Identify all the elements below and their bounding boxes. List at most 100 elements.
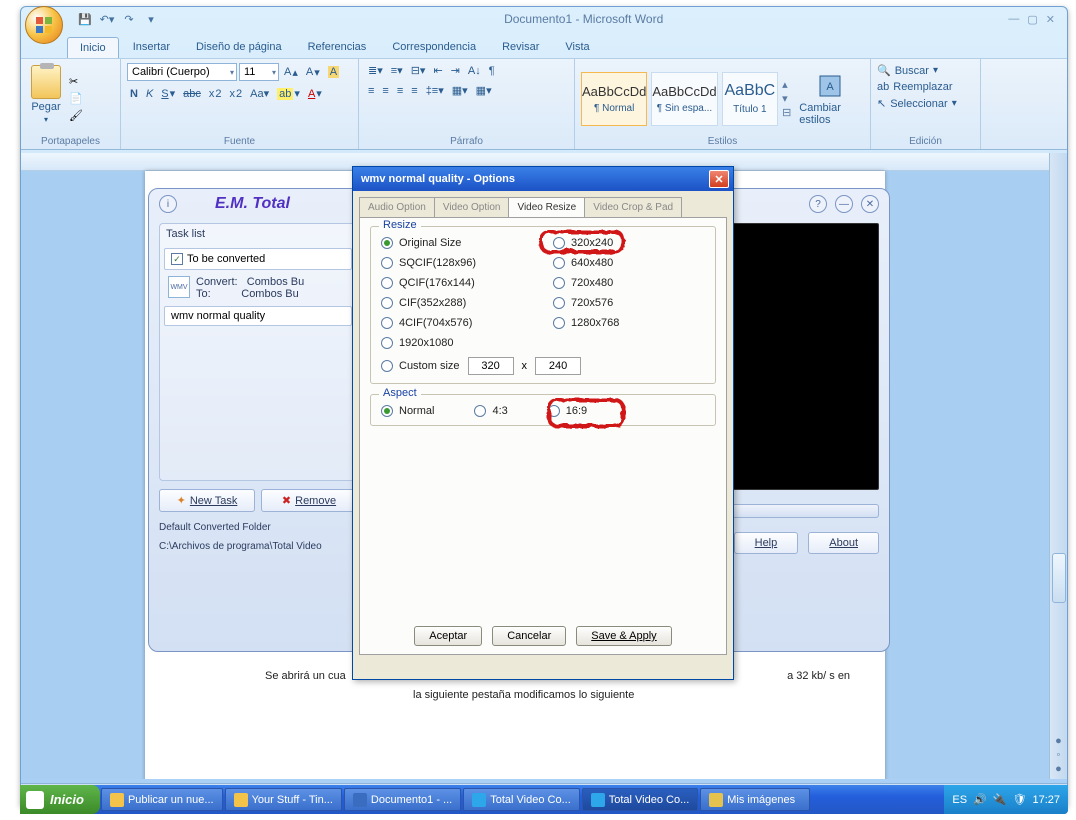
tray-icon[interactable]: 🔌 (993, 793, 1007, 806)
subscript-button[interactable]: x2 (206, 87, 225, 101)
styles-scroll-down[interactable]: ▾ (782, 92, 791, 105)
about-button[interactable]: About (808, 532, 879, 554)
italic-button[interactable]: K (143, 87, 156, 101)
radio-320x240[interactable]: 320x240 (553, 237, 705, 249)
tab-insertar[interactable]: Insertar (121, 37, 182, 58)
change-styles-button[interactable]: A Cambiar estilos (795, 70, 864, 128)
qat-more-icon[interactable]: ▾ (143, 11, 159, 27)
clock[interactable]: 17:27 (1032, 794, 1060, 806)
tray-icon[interactable]: 🔊 (973, 793, 987, 806)
styles-scroll-up[interactable]: ▴ (782, 78, 791, 91)
replace-button[interactable]: abReemplazar (877, 80, 974, 94)
to-be-converted-checkbox[interactable]: ✓ To be converted (164, 248, 352, 270)
borders-icon[interactable]: ▦▾ (473, 83, 495, 98)
language-indicator[interactable]: ES (952, 794, 967, 806)
show-marks-icon[interactable]: ¶ (486, 64, 498, 78)
shrink-font-icon[interactable]: A▾ (303, 65, 323, 80)
indent-icon[interactable]: ⇥ (448, 63, 463, 78)
align-left-icon[interactable]: ≡ (365, 84, 377, 98)
taskbar-item-3[interactable]: Documento1 - ... (344, 788, 461, 811)
font-color-button[interactable]: A▾ (305, 86, 325, 101)
tab-video-resize[interactable]: Video Resize (508, 197, 585, 217)
save-apply-button[interactable]: Save & Apply (576, 626, 671, 646)
paste-button[interactable]: Pegar ▾ (27, 63, 65, 134)
radio-cif[interactable]: CIF(352x288) (381, 297, 533, 309)
tab-vista[interactable]: Vista (553, 37, 601, 58)
style-normal[interactable]: AaBbCcDd¶ Normal (581, 72, 647, 126)
bold-button[interactable]: N (127, 87, 141, 101)
next-page-icon[interactable]: ● (1055, 763, 1062, 775)
cut-icon[interactable]: ✂ (69, 75, 83, 88)
tab-revisar[interactable]: Revisar (490, 37, 551, 58)
sort-icon[interactable]: A↓ (465, 64, 484, 78)
style-sin-espacio[interactable]: AaBbCcDd¶ Sin espa... (651, 72, 717, 126)
taskbar-item-1[interactable]: Publicar un nue... (101, 788, 223, 811)
browse-object-icon[interactable]: ◦ (1057, 749, 1061, 761)
scrollbar-thumb[interactable] (1052, 553, 1066, 603)
radio-aspect-169[interactable]: 16:9 (548, 405, 587, 417)
start-button[interactable]: Inicio (20, 785, 100, 814)
multilevel-icon[interactable]: ⊟▾ (408, 63, 429, 78)
grow-font-icon[interactable]: A▴ (281, 65, 301, 80)
task-item[interactable]: wmv normal quality (164, 306, 352, 326)
radio-1280x768[interactable]: 1280x768 (553, 317, 705, 329)
minimize-icon[interactable]: — (1008, 13, 1019, 26)
cancel-button[interactable]: Cancelar (492, 626, 566, 646)
close-icon[interactable]: ✕ (1046, 13, 1055, 26)
taskbar-item-5[interactable]: Total Video Co... (582, 788, 699, 811)
radio-sqcif[interactable]: SQCIF(128x96) (381, 257, 533, 269)
radio-aspect-43[interactable]: 4:3 (474, 405, 507, 417)
tab-video-option[interactable]: Video Option (434, 197, 510, 217)
bullets-icon[interactable]: ≣▾ (365, 63, 386, 78)
taskbar-item-6[interactable]: Mis imágenes (700, 788, 810, 811)
line-spacing-icon[interactable]: ‡≡▾ (423, 83, 447, 98)
vertical-scrollbar[interactable]: ● ◦ ● (1049, 153, 1067, 779)
radio-640x480[interactable]: 640x480 (553, 257, 705, 269)
font-name-dropdown[interactable]: Calibri (Cuerpo) (127, 63, 237, 81)
select-button[interactable]: ↖Seleccionar▾ (877, 96, 974, 111)
taskbar-item-4[interactable]: Total Video Co... (463, 788, 580, 811)
radio-qcif[interactable]: QCIF(176x144) (381, 277, 533, 289)
undo-icon[interactable]: ↶▾ (99, 11, 115, 27)
accept-button[interactable]: Aceptar (414, 626, 482, 646)
radio-4cif[interactable]: 4CIF(704x576) (381, 317, 533, 329)
radio-1920x1080[interactable]: 1920x1080 (381, 337, 533, 349)
justify-icon[interactable]: ≡ (408, 84, 420, 98)
radio-720x576[interactable]: 720x576 (553, 297, 705, 309)
em-close-icon[interactable]: ✕ (861, 195, 879, 213)
find-button[interactable]: 🔍Buscar▾ (877, 63, 974, 78)
new-task-button[interactable]: ✦New Task (159, 489, 255, 512)
maximize-icon[interactable]: ▢ (1027, 13, 1037, 26)
save-icon[interactable]: 💾 (77, 11, 93, 27)
radio-custom-size[interactable]: Custom size (381, 360, 460, 372)
remove-button[interactable]: ✖Remove (261, 489, 357, 512)
tab-audio-option[interactable]: Audio Option (359, 197, 435, 217)
help-button[interactable]: Help (734, 532, 799, 554)
help-icon[interactable]: ? (809, 195, 827, 213)
redo-icon[interactable]: ↷ (121, 11, 137, 27)
shading-icon[interactable]: ▦▾ (449, 83, 471, 98)
taskbar-item-2[interactable]: Your Stuff - Tin... (225, 788, 342, 811)
superscript-button[interactable]: x2 (227, 87, 246, 101)
tab-referencias[interactable]: Referencias (296, 37, 379, 58)
change-case-button[interactable]: Aa▾ (247, 86, 272, 101)
system-tray[interactable]: ES 🔊 🔌 🛡 17:27 (944, 785, 1068, 814)
style-titulo1[interactable]: AaBbCTítulo 1 (722, 72, 778, 126)
underline-button[interactable]: S▾ (158, 86, 178, 101)
tab-video-crop[interactable]: Video Crop & Pad (584, 197, 682, 217)
custom-width-input[interactable] (468, 357, 514, 375)
copy-icon[interactable]: 📄 (69, 92, 83, 105)
em-minimize-icon[interactable]: — (835, 195, 853, 213)
clear-format-icon[interactable]: A (325, 65, 342, 79)
radio-original-size[interactable]: Original Size (381, 237, 533, 249)
styles-more[interactable]: ⊟ (782, 106, 791, 119)
info-icon[interactable]: i (159, 195, 177, 213)
prev-page-icon[interactable]: ● (1055, 735, 1062, 747)
format-painter-icon[interactable]: 🖌 (69, 109, 83, 122)
strike-button[interactable]: abc (180, 87, 204, 101)
dialog-close-button[interactable]: ✕ (709, 170, 729, 188)
custom-height-input[interactable] (535, 357, 581, 375)
radio-720x480[interactable]: 720x480 (553, 277, 705, 289)
numbering-icon[interactable]: ≡▾ (388, 63, 406, 78)
tab-correspondencia[interactable]: Correspondencia (380, 37, 488, 58)
